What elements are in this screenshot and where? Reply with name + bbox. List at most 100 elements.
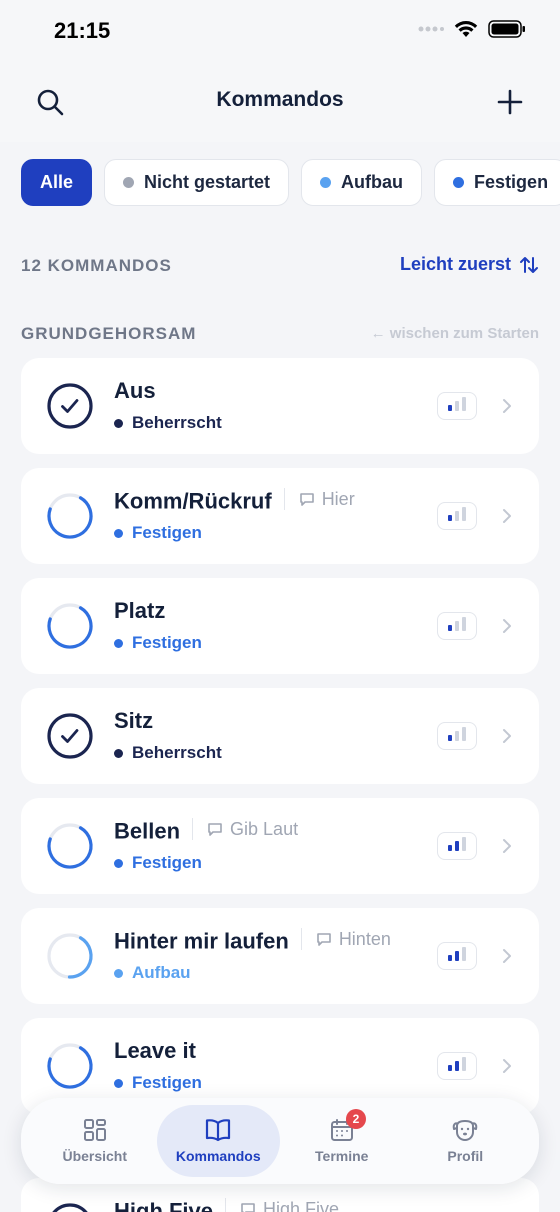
book-icon: [206, 1119, 231, 1142]
speech-bubble-icon: [208, 822, 222, 836]
difficulty-bar: [455, 401, 459, 411]
wifi-icon: [454, 21, 478, 37]
signal-dots-icon: [418, 26, 444, 32]
difficulty-bar: [455, 731, 459, 741]
command-name: Platz: [114, 598, 165, 624]
progress-ring: [47, 1043, 93, 1089]
command-name: High Five High Five: [114, 1198, 339, 1212]
command-name: Aus: [114, 378, 156, 404]
sort-button[interactable]: Leicht zuerst: [400, 254, 539, 275]
command-card[interactable]: Komm/Rückruf Hier Festigen: [21, 468, 539, 564]
tab-termine[interactable]: 2 Termine: [280, 1105, 404, 1177]
command-name-text: Aus: [114, 378, 156, 403]
status-text: Festigen: [132, 523, 202, 542]
command-card[interactable]: Platz Festigen: [21, 578, 539, 674]
status-label: Beherrscht: [114, 743, 222, 763]
difficulty-bar: [455, 841, 459, 851]
status-dot: [114, 968, 123, 978]
command-alias-text: Hier: [321, 488, 355, 509]
filter-chip-alle[interactable]: Alle: [21, 159, 93, 206]
status-dot: [123, 177, 135, 188]
command-name-text: High Five: [114, 1198, 214, 1212]
difficulty-level-icon: [437, 722, 477, 750]
progress-ring: [47, 823, 93, 869]
progress-ring: [52, 1203, 88, 1212]
difficulty-level-icon: [437, 502, 477, 530]
filter-chip-festigen[interactable]: Festigen: [434, 159, 560, 206]
status-bar: 21:15: [0, 0, 560, 64]
command-card[interactable]: Hinter mir laufen Hinten Aufbau: [21, 908, 539, 1004]
status-text: Festigen: [132, 633, 202, 652]
filter-chip-label: Festigen: [474, 172, 549, 192]
command-alias: Hinten: [300, 928, 391, 950]
swipe-hint: ← wischen zum Starten: [370, 325, 539, 342]
command-card[interactable]: Sitz Beherrscht: [21, 688, 539, 784]
grid-icon: [83, 1119, 106, 1141]
command-alias: Hier: [283, 488, 355, 510]
check-circle-icon: [47, 383, 93, 429]
command-name: Bellen Gib Laut: [114, 818, 298, 845]
status-dot: [114, 1078, 123, 1088]
command-card[interactable]: Aus Beherrscht: [21, 358, 539, 454]
tab-uebersicht[interactable]: Übersicht: [33, 1105, 157, 1177]
status-icons: [418, 20, 526, 38]
difficulty-bar: [448, 955, 452, 961]
battery-icon: [488, 20, 525, 38]
difficulty-bar: [448, 405, 452, 411]
command-alias: High Five: [225, 1198, 339, 1212]
speech-bubble-icon: [241, 1202, 255, 1212]
count-row: 12 KOMMANDOS Leicht zuerst: [21, 254, 539, 278]
difficulty-bar: [448, 1065, 452, 1071]
difficulty-bar: [455, 621, 459, 631]
progress-ring: [47, 603, 93, 649]
command-alias-text: Hinten: [338, 928, 391, 949]
tab-label: Übersicht: [62, 1148, 128, 1164]
difficulty-level-icon: [437, 1052, 477, 1080]
status-label: Beherrscht: [114, 413, 222, 433]
status-dot: [114, 748, 123, 758]
command-alias-text: High Five: [263, 1198, 340, 1212]
command-count: 12 KOMMANDOS: [21, 256, 172, 275]
command-name-text: Hinter mir laufen: [114, 928, 289, 954]
command-name-text: Platz: [114, 598, 166, 623]
difficulty-bar: [462, 947, 466, 961]
filter-chips: Alle Nicht gestartet Aufbau Festigen: [21, 159, 560, 206]
dog-face-icon: [453, 1119, 478, 1142]
status-dot: [453, 177, 465, 188]
add-icon[interactable]: [496, 88, 524, 116]
filter-chip-label: Nicht gestartet: [144, 172, 271, 192]
page-title: Kommandos: [216, 88, 344, 111]
status-label: Festigen: [114, 1073, 202, 1093]
difficulty-bar: [462, 617, 466, 631]
chevron-right-icon: [503, 509, 511, 523]
status-text: Aufbau: [132, 963, 191, 982]
tab-label: Profil: [447, 1148, 484, 1164]
difficulty-bar: [448, 625, 452, 631]
difficulty-bar: [455, 511, 459, 521]
command-name: Hinter mir laufen Hinten: [114, 928, 391, 955]
difficulty-level-icon: [437, 612, 477, 640]
difficulty-bar: [448, 735, 452, 741]
status-label: Festigen: [114, 523, 202, 543]
section-title: GRUNDGEHORSAM: [21, 324, 197, 343]
difficulty-bar: [462, 1057, 466, 1071]
difficulty-bar: [448, 515, 452, 521]
command-name-text: Komm/Rückruf: [114, 488, 272, 514]
filter-chip-aufbau[interactable]: Aufbau: [301, 159, 423, 206]
tab-profil[interactable]: Profil: [404, 1105, 528, 1177]
filter-chip-nicht-gestartet[interactable]: Nicht gestartet: [104, 159, 290, 206]
sort-label: Leicht zuerst: [399, 254, 511, 274]
command-card[interactable]: Bellen Gib Laut Festigen: [21, 798, 539, 894]
status-dot: [320, 177, 332, 188]
command-name-text: Leave it: [114, 1038, 196, 1063]
difficulty-level-icon: [437, 942, 477, 970]
difficulty-bar: [462, 837, 466, 851]
command-name: Sitz: [114, 708, 153, 734]
tab-bar: Übersicht Kommandos 2 Termine Profil: [21, 1098, 539, 1184]
status-text: Beherrscht: [132, 413, 222, 432]
tab-label: Kommandos: [175, 1148, 261, 1164]
tab-kommandos[interactable]: Kommandos: [156, 1105, 280, 1177]
command-name: Leave it: [114, 1038, 196, 1064]
status-dot: [114, 528, 123, 538]
difficulty-bar: [448, 845, 452, 851]
